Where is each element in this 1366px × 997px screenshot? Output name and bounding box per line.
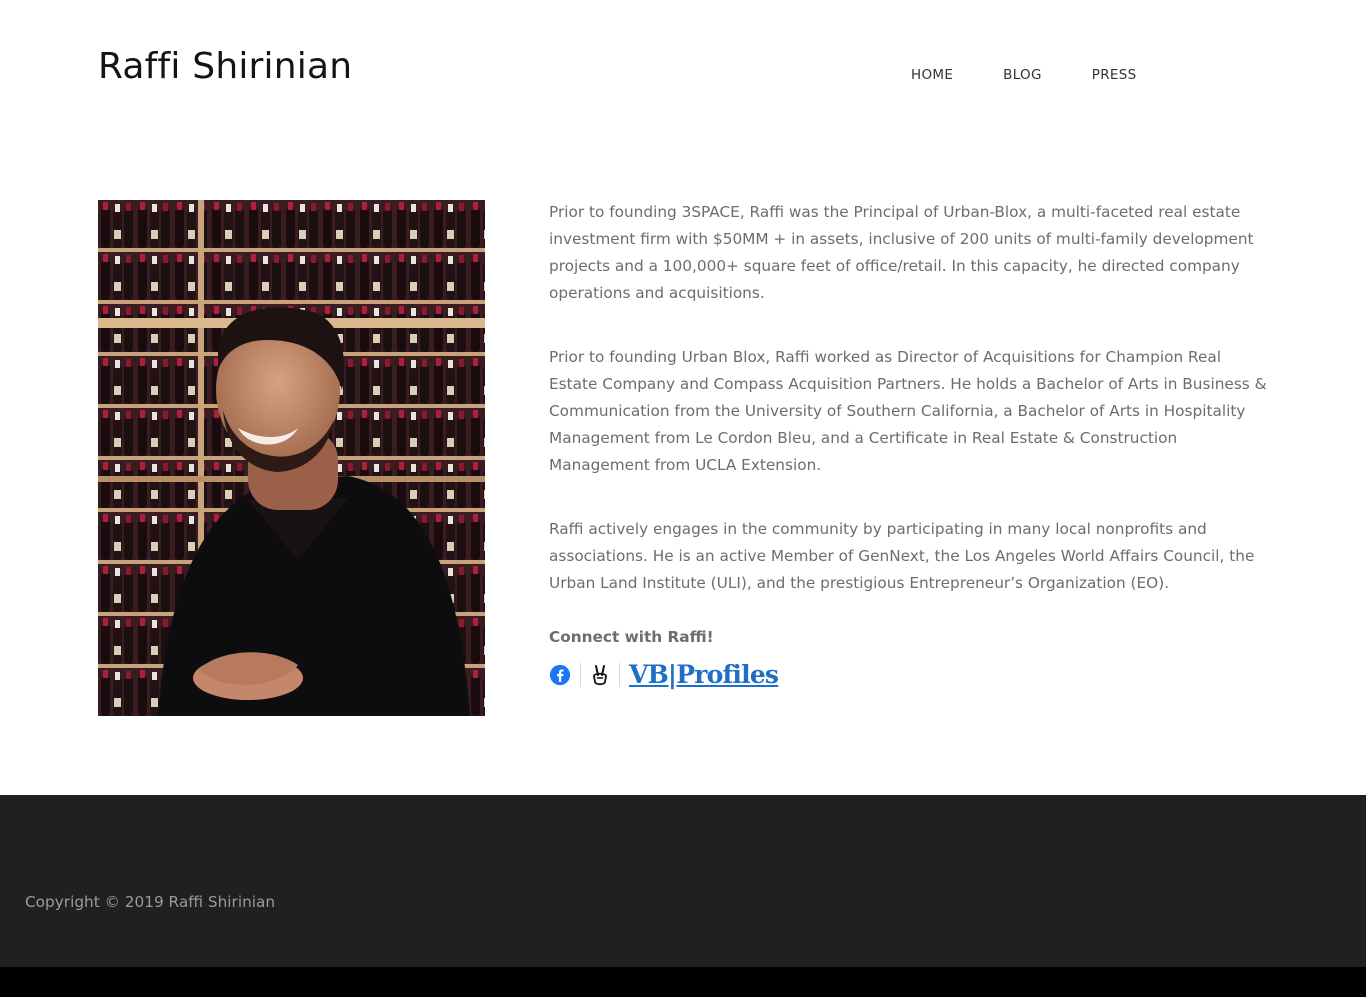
- divider: [619, 663, 620, 687]
- angellist-icon: [593, 665, 607, 686]
- connect-heading: Connect with Raffi!: [549, 628, 714, 646]
- bio-paragraph: Prior to founding 3SPACE, Raffi was the …: [549, 203, 1254, 302]
- nav-press[interactable]: PRESS: [1092, 66, 1137, 84]
- nav-home[interactable]: HOME: [911, 66, 953, 84]
- main-nav: HOME BLOG PRESS: [911, 66, 1136, 84]
- facebook-icon: [549, 664, 571, 686]
- site-header: Raffi Shirinian HOME BLOG PRESS: [0, 0, 1366, 140]
- site-footer: Copyright © 2019 Raffi Shirinian: [0, 795, 1366, 967]
- divider: [580, 663, 581, 687]
- bio-paragraph: Raffi actively engages in the community …: [549, 520, 1255, 592]
- vbprofiles-logo: VB|Profiles: [629, 660, 779, 689]
- bottom-bar: [0, 967, 1366, 997]
- nav-blog[interactable]: BLOG: [1003, 66, 1042, 84]
- bio-section: Prior to founding 3SPACE, Raffi was the …: [549, 199, 1269, 689]
- angellist-link[interactable]: [590, 663, 610, 687]
- vbprofiles-link[interactable]: VB|Profiles: [629, 660, 779, 689]
- profile-photo: [98, 200, 485, 716]
- copyright-text: Copyright © 2019 Raffi Shirinian: [25, 893, 276, 911]
- social-links: VB|Profiles: [549, 661, 1269, 689]
- facebook-link[interactable]: [549, 664, 571, 686]
- bio-paragraph: Prior to founding Urban Blox, Raffi work…: [549, 348, 1267, 474]
- site-title[interactable]: Raffi Shirinian: [98, 44, 352, 90]
